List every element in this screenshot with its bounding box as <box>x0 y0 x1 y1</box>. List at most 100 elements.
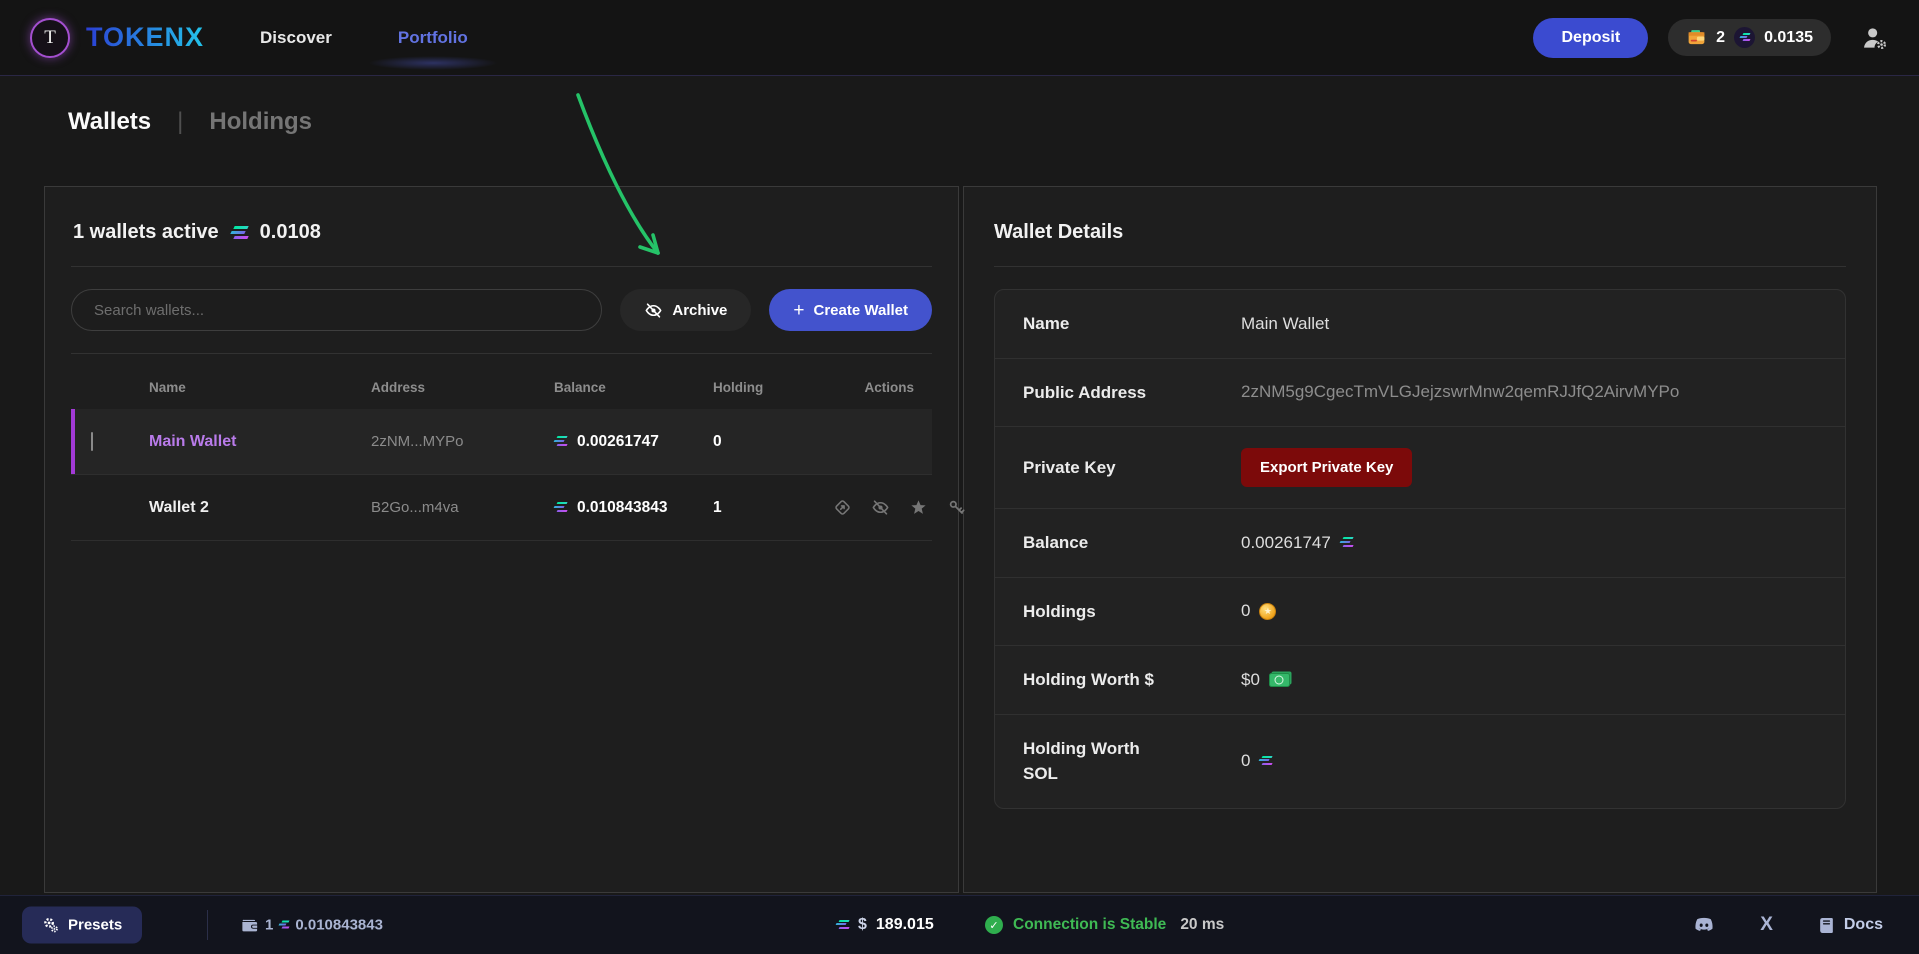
detail-row-name: Name Main Wallet <box>995 290 1845 359</box>
wallets-active-sol: 0.0108 <box>260 221 321 244</box>
send-icon[interactable] <box>833 498 852 517</box>
col-balance: Balance <box>554 380 713 395</box>
solana-icon <box>836 920 849 931</box>
detail-row-balance: Balance 0.00261747 <box>995 509 1845 578</box>
latency-value: 20 ms <box>1180 916 1224 934</box>
solana-icon <box>1340 537 1353 548</box>
wallet-balance: 0.010843843 <box>577 499 668 517</box>
docs-link[interactable]: Docs <box>1817 916 1883 935</box>
search-input[interactable] <box>71 289 602 331</box>
account-settings-icon[interactable] <box>1861 24 1889 52</box>
detail-label: Holdings <box>1023 599 1169 625</box>
detail-row-public-address: Public Address 2zNM5g9CgecTmVLGJejzswrMn… <box>995 359 1845 428</box>
panel-title: Wallet Details <box>994 213 1846 266</box>
create-wallet-button[interactable]: + Create Wallet <box>769 289 932 331</box>
table-row[interactable]: Main Wallet 2zNM...MYPo 0.00261747 0 <box>71 409 932 475</box>
portfolio-tabs: Wallets | Holdings <box>68 108 1919 136</box>
detail-row-worth-sol: Holding Worth SOL 0 <box>995 715 1845 808</box>
detail-value-name: Main Wallet <box>1241 314 1329 334</box>
x-twitter-icon[interactable]: X <box>1760 914 1773 936</box>
solana-icon <box>554 436 567 447</box>
divider <box>71 353 932 354</box>
detail-row-private-key: Private Key Export Private Key <box>995 427 1845 509</box>
sol-price: $ 189.015 <box>836 916 934 934</box>
wallet-address: B2Go...m4va <box>371 499 554 516</box>
nav-link-portfolio[interactable]: Portfolio <box>398 28 468 48</box>
wallet-emoji-icon <box>1686 27 1707 48</box>
wallet-holding: 0 <box>713 433 833 451</box>
tab-wallets[interactable]: Wallets <box>68 108 151 136</box>
active-wallet-count: 1 <box>265 917 273 934</box>
wallet-details-card: Name Main Wallet Public Address 2zNM5g9C… <box>994 289 1846 809</box>
wallets-panel: 1 wallets active 0.0108 Archive + Create… <box>44 186 959 893</box>
wallet-balance: 0.00261747 <box>577 433 659 451</box>
main-content: 1 wallets active 0.0108 Archive + Create… <box>44 186 1877 893</box>
gears-icon <box>42 917 59 934</box>
x-logo: X <box>1760 914 1773 936</box>
detail-value-public-address: 2zNM5g9CgecTmVLGJejzswrMnw2qemRJJfQ2Airv… <box>1241 382 1679 402</box>
table-header: Name Address Balance Holding Actions <box>71 356 932 409</box>
detail-label: Private Key <box>1023 455 1169 481</box>
active-wallet-summary: 1 0.010843843 <box>240 916 383 935</box>
brand-title: TOKENX <box>86 22 204 53</box>
presets-label: Presets <box>68 917 122 934</box>
archive-label: Archive <box>672 302 727 319</box>
nav-link-discover[interactable]: Discover <box>260 28 332 48</box>
eye-off-icon <box>644 301 663 320</box>
wallet-count: 2 <box>1716 29 1725 47</box>
detail-label: Holding Worth SOL <box>1023 736 1169 787</box>
detail-label: Public Address <box>1023 380 1169 406</box>
col-actions: Actions <box>864 380 932 395</box>
connection-status-text: Connection is Stable <box>1013 916 1166 934</box>
divider <box>71 266 932 267</box>
wallets-toolbar: Archive + Create Wallet <box>71 289 932 331</box>
logo-letter: T <box>44 27 56 49</box>
create-wallet-label: Create Wallet <box>814 302 908 319</box>
coin-icon: ★ <box>1259 603 1276 620</box>
detail-row-holdings: Holdings 0 ★ <box>995 578 1845 647</box>
col-name: Name <box>149 380 371 395</box>
col-address: Address <box>371 380 554 395</box>
presets-button[interactable]: Presets <box>22 907 142 944</box>
table-row[interactable]: Wallet 2 B2Go...m4va 0.010843843 1 <box>71 475 932 541</box>
hide-wallet-icon[interactable] <box>871 498 890 517</box>
detail-label: Holding Worth $ <box>1023 667 1169 693</box>
divider <box>994 266 1846 267</box>
wallet-summary-pill[interactable]: 2 0.0135 <box>1668 19 1831 56</box>
wallet-sol-amount: 0.0135 <box>1764 29 1813 47</box>
wallet-holding: 1 <box>713 499 833 517</box>
docs-label: Docs <box>1844 916 1883 934</box>
wallets-active-text: 1 wallets active <box>73 221 219 244</box>
discord-icon[interactable] <box>1692 913 1716 937</box>
wallet-details-panel: Wallet Details Name Main Wallet Public A… <box>963 186 1877 893</box>
app-logo[interactable]: T <box>30 18 70 58</box>
private-key-icon[interactable] <box>947 498 966 517</box>
favorite-star-icon[interactable] <box>909 498 928 517</box>
archive-button[interactable]: Archive <box>620 289 751 331</box>
row-checkbox[interactable] <box>91 432 93 451</box>
nav-links: Discover Portfolio <box>260 28 468 48</box>
tab-holdings[interactable]: Holdings <box>209 108 312 136</box>
wallet-icon <box>240 916 259 935</box>
solana-icon <box>1259 756 1272 767</box>
export-private-key-button[interactable]: Export Private Key <box>1241 448 1412 487</box>
wallets-active-summary: 1 wallets active 0.0108 <box>71 213 932 266</box>
connection-status: ✓ Connection is Stable 20 ms <box>985 916 1224 934</box>
detail-value-worth-sol: 0 <box>1241 751 1250 771</box>
nav-link-portfolio-label: Portfolio <box>398 28 468 47</box>
social-links: X Docs <box>1692 913 1883 937</box>
plus-icon: + <box>793 301 804 320</box>
book-icon <box>1817 916 1836 935</box>
wallets-table: Name Address Balance Holding Actions Mai… <box>71 356 932 541</box>
deposit-button[interactable]: Deposit <box>1533 18 1648 58</box>
sol-badge-icon <box>1734 27 1755 48</box>
selected-row-indicator <box>71 409 75 474</box>
currency-symbol: $ <box>858 916 867 934</box>
tab-separator: | <box>177 108 183 136</box>
detail-row-worth-usd: Holding Worth $ $0 <box>995 646 1845 715</box>
solana-icon <box>554 502 567 513</box>
status-bar: Presets 1 0.010843843 $ 189.015 ✓ Connec… <box>0 895 1919 954</box>
detail-value-balance: 0.00261747 <box>1241 533 1331 553</box>
solana-icon <box>231 226 248 240</box>
detail-label: Balance <box>1023 530 1169 556</box>
